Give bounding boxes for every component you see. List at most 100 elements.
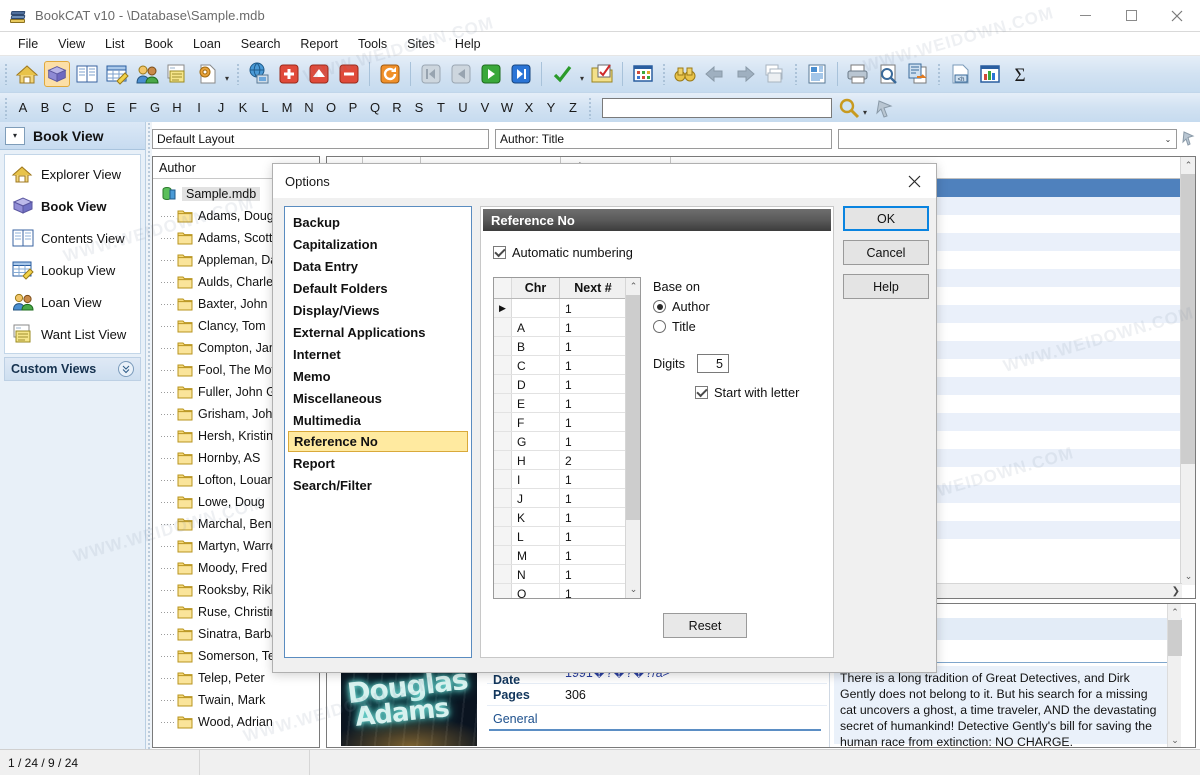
layout-filter-icon[interactable] [1180,129,1196,149]
alpha-m[interactable]: M [276,100,298,115]
next-number-cell[interactable]: 1 [560,356,626,375]
alphabet-grip[interactable] [4,96,8,119]
menu-report[interactable]: Report [290,35,348,53]
chr-cell[interactable]: F [512,413,560,432]
chr-cell[interactable]: L [512,527,560,546]
radio-icon[interactable] [653,300,666,313]
back-arrow-icon[interactable] [702,61,728,87]
chevron-down-icon[interactable]: ⌄ [1162,135,1174,144]
left-pane-dropdown-icon[interactable]: ▾ [5,126,25,145]
automatic-numbering-checkbox[interactable]: Automatic numbering [493,245,833,260]
sort-combo[interactable]: Author: Title [495,129,832,149]
minimize-button[interactable] [1062,0,1108,32]
sidebar-item-lookup-view[interactable]: Lookup View [5,254,140,286]
next-number-cell[interactable]: 1 [560,489,626,508]
close-button[interactable] [1154,0,1200,32]
dialog-close-button[interactable] [892,164,936,198]
chr-table-row[interactable]: M1 [494,546,640,565]
menu-search[interactable]: Search [231,35,291,53]
check-icon[interactable] [549,61,575,87]
sidebar-item-contents-view[interactable]: Contents View [5,222,140,254]
binoculars-icon[interactable] [672,61,698,87]
chr-cell[interactable]: O [512,584,560,598]
chr-table-row[interactable]: J1 [494,489,640,508]
options-category-multimedia[interactable]: Multimedia [285,409,471,431]
page-gear-icon[interactable] [194,61,220,87]
checkbox-icon[interactable] [695,386,708,399]
chr-next-table[interactable]: Chr Next # ▶ 1 A 1 B 1 C 1 D 1 E 1 F 1 G 1 H 2 I 1 J 1 K 1 L 1 M 1 N… [493,277,641,599]
next-number-cell[interactable]: 2 [560,451,626,470]
menu-sites[interactable]: Sites [397,35,445,53]
sidebar-item-want-list-view[interactable]: Want List View [5,318,140,350]
toolbar-grip-5[interactable] [937,63,941,85]
copies-icon[interactable] [762,61,788,87]
radio-base-on-title[interactable]: Title [653,319,823,334]
alpha-s[interactable]: S [408,100,430,115]
table-edit-icon[interactable] [104,61,130,87]
next-number-cell[interactable]: 1 [560,299,626,318]
checkbox-icon[interactable] [493,246,506,259]
chr-scroll-up-icon[interactable]: ⌃ [626,278,640,295]
chr-cell[interactable]: A [512,318,560,337]
options-category-list[interactable]: Backup Capitalization Data Entry Default Fo… [284,206,472,658]
chr-cell[interactable]: N [512,565,560,584]
tab-general[interactable]: General [487,712,827,726]
chr-table-row[interactable]: A1 [494,318,640,337]
maximize-button[interactable] [1108,0,1154,32]
alpha-u[interactable]: U [452,100,474,115]
forward-arrow-icon[interactable] [732,61,758,87]
sidebar-item-loan-view[interactable]: Loan View [5,286,140,318]
start-with-letter-checkbox[interactable]: Start with letter [695,385,823,400]
radio-base-on-author[interactable]: Author [653,299,823,314]
chr-cell[interactable]: E [512,394,560,413]
alpha-p[interactable]: P [342,100,364,115]
chr-table-row[interactable]: I1 [494,470,640,489]
next-number-cell[interactable]: 1 [560,318,626,337]
options-category-search-filter[interactable]: Search/Filter [285,474,471,496]
chr-column-header[interactable]: Chr [512,278,560,298]
menu-book[interactable]: Book [134,35,183,53]
alpha-x[interactable]: X [518,100,540,115]
alpha-i[interactable]: I [188,100,210,115]
toolbar-grip-4[interactable] [794,63,798,85]
layout-combo[interactable]: Default Layout [152,129,489,149]
chr-cell[interactable]: I [512,470,560,489]
alpha-t[interactable]: T [430,100,452,115]
search-input[interactable] [602,97,832,118]
grid-color-icon[interactable] [630,61,656,87]
tree-node[interactable]: Wood, Adrian [153,711,319,733]
toolbar-grip[interactable] [4,63,8,85]
alpha-y[interactable]: Y [540,100,562,115]
options-category-display-views[interactable]: Display/Views [285,299,471,321]
people-icon[interactable] [134,61,160,87]
alpha-z[interactable]: Z [562,100,584,115]
synopsis-scroll-up-icon[interactable]: ⌃ [1168,604,1182,620]
alpha-w[interactable]: W [496,100,518,115]
chevron-down-icon[interactable] [118,361,134,377]
alpha-a[interactable]: A [12,100,34,115]
next-number-cell[interactable]: 1 [560,375,626,394]
options-category-report[interactable]: Report [285,452,471,474]
options-category-data-entry[interactable]: Data Entry [285,255,471,277]
search-grip[interactable] [588,96,592,119]
chr-table-scrollbar[interactable]: ⌃ ⌄ [625,278,640,598]
alpha-c[interactable]: C [56,100,78,115]
check-dropdown-arrow-icon[interactable]: ▾ [577,61,587,87]
first-record-icon[interactable] [418,61,444,87]
chr-cell[interactable]: J [512,489,560,508]
chr-scroll-down-icon[interactable]: ⌄ [626,581,640,598]
chr-cell[interactable]: K [512,508,560,527]
next-number-cell[interactable]: 1 [560,546,626,565]
chr-cell[interactable] [512,299,560,318]
help-button[interactable]: Help [843,274,929,299]
synopsis-scroll-down-icon[interactable]: ⌄ [1168,732,1182,747]
chr-table-row[interactable]: D1 [494,375,640,394]
menu-help[interactable]: Help [445,35,491,53]
chr-table-row[interactable]: G1 [494,432,640,451]
chr-table-row[interactable]: K1 [494,508,640,527]
chr-table-row[interactable]: N1 [494,565,640,584]
chr-cell[interactable]: C [512,356,560,375]
sum-sigma-icon[interactable]: Σ [1007,61,1033,87]
book-view-icon[interactable] [44,61,70,87]
alpha-v[interactable]: V [474,100,496,115]
